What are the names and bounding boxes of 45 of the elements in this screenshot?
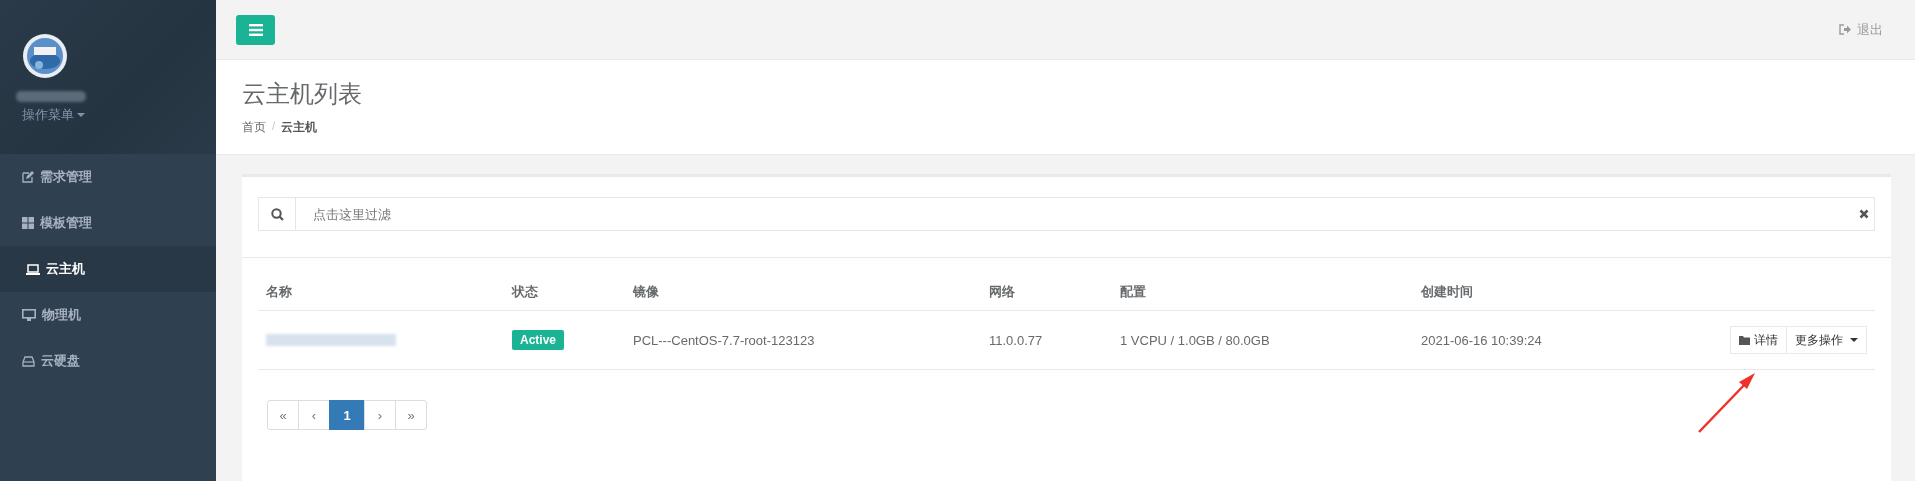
laptop-icon: [26, 263, 40, 275]
clear-icon[interactable]: [1859, 209, 1869, 219]
table-cell: 11.0.0.77: [981, 310, 1112, 370]
drive-icon: [22, 355, 35, 367]
menu-icon: [248, 23, 263, 36]
column-header: 网络: [981, 274, 1112, 311]
breadcrumb-item: 云主机: [281, 119, 318, 136]
page-link[interactable]: 1: [329, 400, 365, 430]
sidebar-item[interactable]: 模板管理: [0, 200, 216, 246]
page-link[interactable]: ›: [364, 400, 396, 430]
column-header: 创建时间: [1413, 274, 1631, 311]
sign-out-icon: [1839, 24, 1851, 35]
user-menu[interactable]: 操作菜单: [22, 106, 85, 124]
table-cell: PCL---CentOS-7.7-root-123123: [625, 310, 981, 370]
breadcrumb-item[interactable]: 首页: [242, 119, 266, 136]
sidebar-item[interactable]: 物理机: [0, 292, 216, 338]
details-button[interactable]: 详情: [1730, 326, 1787, 354]
search-field[interactable]: 点击这里过滤: [296, 197, 1875, 231]
table-cell: 2021-06-16 10:39:24: [1413, 310, 1631, 370]
status-badge: Active: [512, 330, 565, 350]
redacted-username: [16, 91, 86, 102]
menu-button[interactable]: [236, 14, 275, 45]
caret-icon: [77, 113, 85, 117]
page-link[interactable]: ‹: [298, 400, 330, 430]
logout-link[interactable]: 退出: [1833, 19, 1889, 40]
breadcrumb-separator: /: [272, 119, 276, 135]
folder-icon: [1739, 335, 1750, 345]
page-link[interactable]: «: [267, 400, 299, 430]
caret-icon: [1850, 338, 1858, 342]
sidebar-item[interactable]: 云主机: [0, 246, 216, 292]
grid-icon: [22, 217, 34, 229]
edit-icon: [22, 171, 34, 183]
column-header: 名称: [258, 274, 504, 311]
more-actions-button[interactable]: 更多操作: [1787, 326, 1867, 354]
table-cell: 1 VCPU / 1.0GB / 80.0GB: [1112, 310, 1413, 370]
sidebar-item[interactable]: 云硬盘: [0, 338, 216, 384]
page-link[interactable]: »: [395, 400, 427, 430]
column-header: 镜像: [625, 274, 981, 311]
monitor-icon: [22, 309, 36, 321]
column-header: 配置: [1112, 274, 1413, 311]
page-title: 云主机列表: [242, 79, 363, 109]
sidebar-item[interactable]: 需求管理: [0, 154, 216, 200]
column-header: 状态: [504, 274, 625, 311]
annotation-arrow: [1697, 372, 1757, 434]
search-icon: [270, 207, 284, 221]
